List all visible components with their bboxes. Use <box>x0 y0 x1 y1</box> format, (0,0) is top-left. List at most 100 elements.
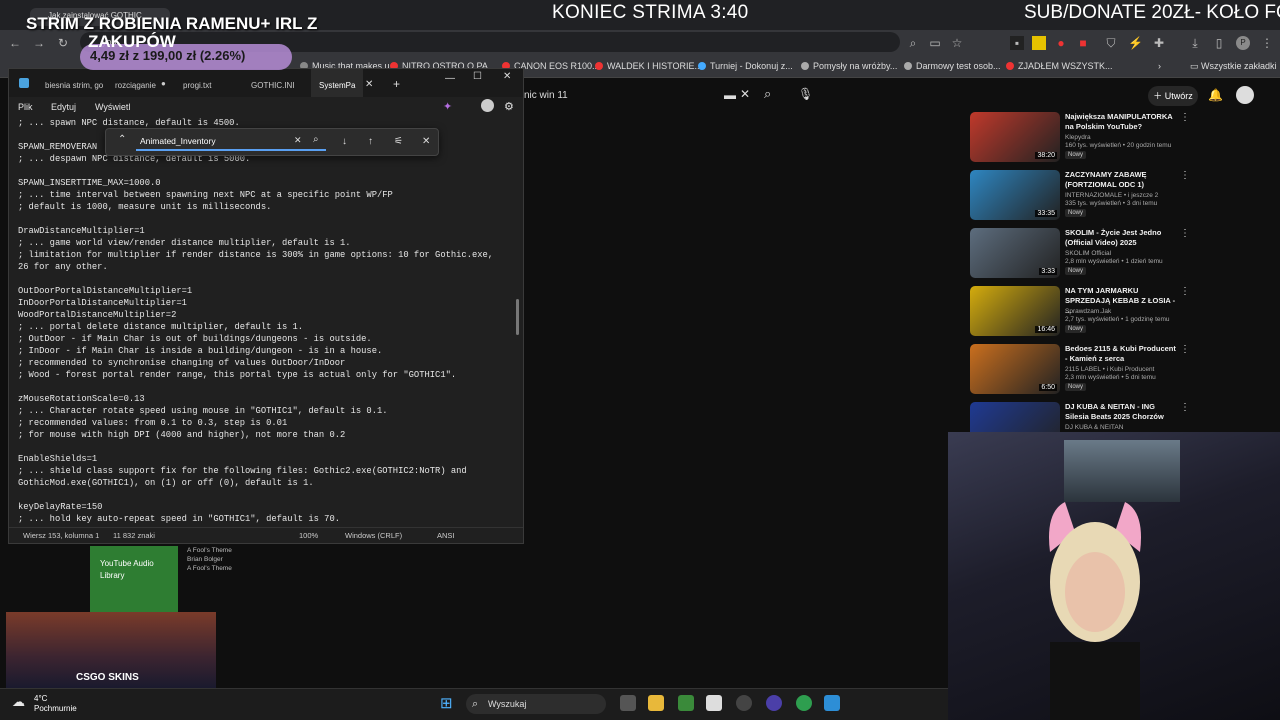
adblock-icon[interactable]: ■ <box>1076 36 1090 50</box>
channel-name[interactable]: 2115 LABEL • i Kubi Producent <box>1065 366 1154 373</box>
video-thumbnail[interactable]: 3:33 <box>970 228 1060 278</box>
download-icon[interactable]: ⤓ <box>1188 36 1202 50</box>
more-options-icon[interactable]: ⋮ <box>1180 286 1190 297</box>
clear-icon[interactable]: ✕ <box>294 135 302 146</box>
all-bookmarks[interactable]: ▭ Wszystkie zakładki <box>1190 61 1277 72</box>
filter-icon[interactable]: ⚟ <box>394 136 403 147</box>
menu-icon[interactable]: ⋮ <box>1260 36 1274 50</box>
channel-name[interactable]: SKOLIM Official <box>1065 250 1111 257</box>
obs-icon[interactable] <box>736 695 752 711</box>
video-title[interactable]: DJ KUBA & NEITAN - ING Silesia Beats 202… <box>1065 402 1180 422</box>
account-icon[interactable] <box>481 99 494 112</box>
notepad-text-area[interactable]: ; ... spawn NPC distance, default is 450… <box>18 117 518 525</box>
task-view-icon[interactable] <box>620 695 636 711</box>
track-title: A Fool's Theme <box>187 547 232 554</box>
chevron-up-icon[interactable]: ⌃ <box>118 134 126 145</box>
minimize-icon[interactable]: — <box>445 73 455 84</box>
forward-icon[interactable]: → <box>32 36 46 50</box>
extension-icon[interactable]: ● <box>1054 36 1068 50</box>
video-thumbnail[interactable]: 16:46 <box>970 286 1060 336</box>
windows-start-icon[interactable]: ⊞ <box>440 694 453 712</box>
notepad-tab[interactable]: biesnia strim, go <box>45 81 103 90</box>
video-title[interactable]: Największa MANIPULATORKA na Polskim YouT… <box>1065 112 1180 132</box>
recommended-video[interactable]: 6:50 Bedoes 2115 & Kubi Producent - Kamie… <box>970 344 1270 398</box>
cast-icon[interactable]: ▭ <box>928 36 942 50</box>
bookmark-favicon-icon <box>698 62 706 70</box>
search-icon[interactable]: ⌕ <box>313 134 319 145</box>
recommended-video[interactable]: 3:33 SKOLIM - Życie Jest Jedno (Official … <box>970 228 1270 282</box>
extension-icon[interactable]: ▪ <box>1010 36 1024 50</box>
clear-icon[interactable]: ✕ <box>740 87 750 101</box>
video-title[interactable]: SKOLIM - Życie Jest Jedno (Official Vide… <box>1065 228 1180 248</box>
zoom-icon[interactable]: ⌕ <box>906 36 920 50</box>
more-options-icon[interactable]: ⋮ <box>1180 228 1190 239</box>
channel-name[interactable]: INTERNAZIOMALE • i jeszcze 2 <box>1065 192 1158 199</box>
taskbar-search[interactable]: ⌕ Wyszukaj <box>466 694 606 714</box>
notepad-tab[interactable]: rozciąganie <box>115 81 156 90</box>
video-title[interactable]: Bedoes 2115 & Kubi Producent - Kamień z … <box>1065 344 1180 364</box>
maximize-icon[interactable]: ☐ <box>473 71 482 82</box>
reload-icon[interactable]: ↻ <box>56 36 70 50</box>
notepad-tab-active[interactable]: SystemPa <box>311 69 364 97</box>
extension-icon[interactable]: ⚡ <box>1128 36 1143 50</box>
app-icon[interactable] <box>766 695 782 711</box>
bookmark-item[interactable]: Pomysły na wróżby... <box>801 61 897 71</box>
video-thumbnail[interactable]: 33:35 <box>970 170 1060 220</box>
menu-file[interactable]: Plik <box>18 102 33 112</box>
bookmark-item[interactable]: Turniej - Dokonuj z... <box>698 61 793 71</box>
more-options-icon[interactable]: ⋮ <box>1180 112 1190 123</box>
notepad-taskbar-icon[interactable] <box>706 695 722 711</box>
bookmark-item[interactable]: ZJADŁEM WSZYSTK... <box>1006 61 1113 71</box>
store-icon[interactable] <box>678 695 694 711</box>
weather-icon[interactable]: ☁ <box>12 694 25 710</box>
more-options-icon[interactable]: ⋮ <box>1180 344 1190 355</box>
create-button[interactable]: ＋ Utwórz <box>1148 86 1198 106</box>
avatar[interactable] <box>1236 86 1254 104</box>
arrow-up-icon[interactable]: ↑ <box>368 136 373 147</box>
shield-icon[interactable]: ⛉ <box>1104 36 1118 50</box>
close-icon[interactable]: ✕ <box>422 136 430 147</box>
video-thumbnail[interactable]: 6:50 <box>970 344 1060 394</box>
channel-name[interactable]: DJ KUBA & NEITAN <box>1065 424 1123 431</box>
close-window-icon[interactable]: ✕ <box>503 71 511 82</box>
new-tab-icon[interactable]: + <box>393 77 400 91</box>
notepad-tab[interactable]: GOTHIC.INI <box>251 81 295 90</box>
encoding: ANSI <box>437 531 455 540</box>
split-view-icon[interactable]: ▯ <box>1212 36 1226 50</box>
menu-edit[interactable]: Edytuj <box>51 102 76 112</box>
file-explorer-icon[interactable] <box>648 695 664 711</box>
profile-avatar-icon[interactable]: P <box>1236 36 1250 50</box>
more-options-icon[interactable]: ⋮ <box>1180 170 1190 181</box>
menu-view[interactable]: Wyświetl <box>95 102 130 112</box>
video-thumbnail[interactable]: 38:20 <box>970 112 1060 162</box>
notepad-tab[interactable]: progi.txt <box>183 81 211 90</box>
keyboard-icon[interactable]: ▬ <box>724 88 736 102</box>
youtube-search-input[interactable]: nic win 11 ▬ ✕ ⌕ <box>524 86 774 106</box>
weather-widget[interactable]: 4°C Pochmurnie <box>34 694 77 714</box>
channel-name[interactable]: Sprawdzam.Jak <box>1065 308 1111 315</box>
close-tab-icon[interactable]: ✕ <box>365 79 373 90</box>
puzzle-icon[interactable]: ✚ <box>1152 36 1166 50</box>
bell-icon[interactable]: 🔔 <box>1208 88 1223 102</box>
chevron-right-icon[interactable]: › <box>1158 61 1161 71</box>
more-options-icon[interactable]: ⋮ <box>1180 402 1190 413</box>
star-icon[interactable]: ☆ <box>950 36 964 50</box>
notepad-app-icon[interactable] <box>824 695 840 711</box>
back-icon[interactable]: ← <box>8 36 22 50</box>
search-icon[interactable]: ⌕ <box>764 86 771 102</box>
channel-name[interactable]: Klepydra <box>1065 134 1091 141</box>
arrow-down-icon[interactable]: ↓ <box>342 136 347 147</box>
copilot-icon[interactable]: ✦ <box>443 100 452 113</box>
video-title[interactable]: ZACZYNAMY ZABAWĘ (FORTZIOMAL ODC 1) <box>1065 170 1180 190</box>
recommended-video[interactable]: 38:20 Największa MANIPULATORKA na Polskim… <box>970 112 1270 166</box>
bookmark-item[interactable]: WALDEK I HISTORIE... <box>595 61 702 71</box>
bookmark-item[interactable]: Darmowy test osob... <box>904 61 1001 71</box>
recommended-video[interactable]: 16:46 NA TYM JARMARKU SPRZEDAJĄ KEBAB Z Ł… <box>970 286 1270 340</box>
microphone-icon[interactable]: 🎙 <box>798 87 813 101</box>
recommended-video[interactable]: 33:35 ZACZYNAMY ZABAWĘ (FORTZIOMAL ODC 1)… <box>970 170 1270 224</box>
extension-icon[interactable] <box>1032 36 1046 50</box>
unsaved-dot-icon: ● <box>161 79 166 88</box>
gear-icon[interactable]: ⚙ <box>504 100 514 113</box>
chrome-icon[interactable] <box>796 695 812 711</box>
scrollbar-thumb[interactable] <box>516 299 519 335</box>
